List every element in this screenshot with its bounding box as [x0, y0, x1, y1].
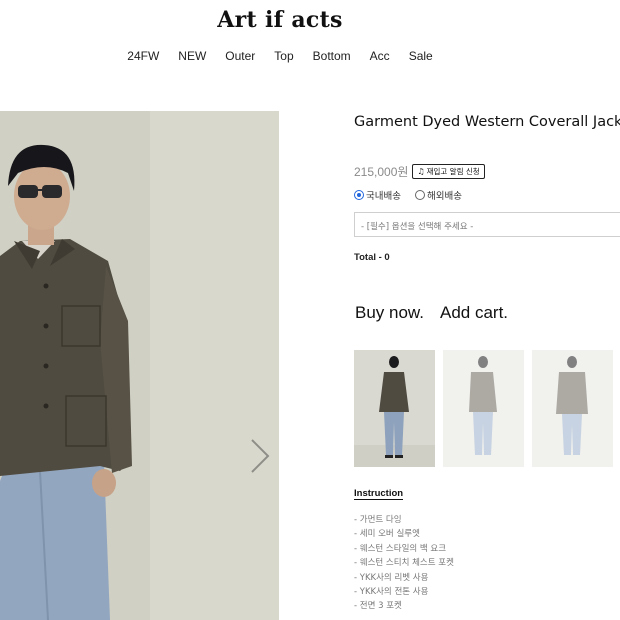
radio-indicator[interactable]	[414, 190, 425, 200]
nav-item-bottom[interactable]: Bottom	[313, 49, 351, 63]
list-item: - 가먼트 다잉	[354, 515, 402, 525]
list-item: - 세미 오버 실루엣	[354, 529, 420, 540]
shipping-options: 국내배송 해외배송	[354, 188, 462, 202]
list-item: - YKK사의 리벳 사용	[354, 572, 429, 583]
restock-notify-label: 재입고 알림 신청	[426, 167, 480, 176]
thumbnail-back[interactable]	[532, 350, 613, 467]
purchase-actions: Buy now. Add cart.	[355, 303, 508, 323]
thumbnail-side-image	[443, 350, 524, 467]
product-price: 215,000원	[354, 165, 409, 179]
radio-domestic-shipping[interactable]: 국내배송	[354, 188, 401, 202]
radio-label: 국내배송	[366, 191, 401, 202]
nav-item-24fw[interactable]: 24FW	[127, 49, 159, 63]
instruction-list: - 가먼트 다잉 - 세미 오버 실루엣 - 웨스턴 스타일의 백 요크 - 웨…	[354, 513, 454, 614]
product-title: Garment Dyed Western Coverall Jacket_	[354, 114, 620, 130]
list-item: - 웨스턴 스티치 체스트 포켓	[354, 558, 454, 569]
brand-logo[interactable]: Art if acts	[0, 7, 560, 33]
option-select[interactable]: - [필수] 옵션을 선택해 주세요 -	[354, 212, 620, 237]
total-amount: Total - 0	[354, 252, 390, 263]
nav-item-acc[interactable]: Acc	[370, 49, 390, 63]
nav-item-sale[interactable]: Sale	[409, 49, 433, 63]
thumbnail-front[interactable]	[354, 350, 435, 467]
nav-item-outer[interactable]: Outer	[225, 49, 255, 63]
list-item: - 웨스턴 스타일의 백 요크	[354, 543, 447, 554]
list-item: - YKK사의 전톤 사용	[354, 587, 429, 598]
restock-notify-button[interactable]: ♫ 재입고 알림 신청	[412, 164, 485, 179]
bell-icon: ♫	[417, 166, 425, 176]
product-main-image[interactable]	[0, 111, 279, 620]
thumbnail-front-image	[354, 350, 435, 467]
radio-international-shipping[interactable]: 해외배송	[414, 188, 462, 202]
thumbnail-strip	[354, 350, 613, 467]
nav-item-new[interactable]: NEW	[178, 49, 206, 63]
chevron-right-icon[interactable]	[248, 436, 272, 476]
model-photo	[0, 111, 279, 620]
add-cart-button[interactable]: Add cart.	[440, 303, 508, 323]
nav-item-top[interactable]: Top	[274, 49, 293, 63]
instruction-heading: Instruction	[354, 488, 404, 500]
thumbnail-back-image	[532, 350, 613, 467]
list-item: - 전면 3 포켓	[354, 601, 402, 612]
main-nav: 24FW NEW Outer Top Bottom Acc Sale	[0, 49, 560, 63]
price-row: 215,000원 ♫ 재입고 알림 신청	[354, 163, 485, 180]
buy-now-button[interactable]: Buy now.	[355, 303, 424, 323]
thumbnail-side[interactable]	[443, 350, 524, 467]
radio-selected-indicator[interactable]	[354, 190, 364, 200]
radio-label: 해외배송	[426, 191, 462, 202]
